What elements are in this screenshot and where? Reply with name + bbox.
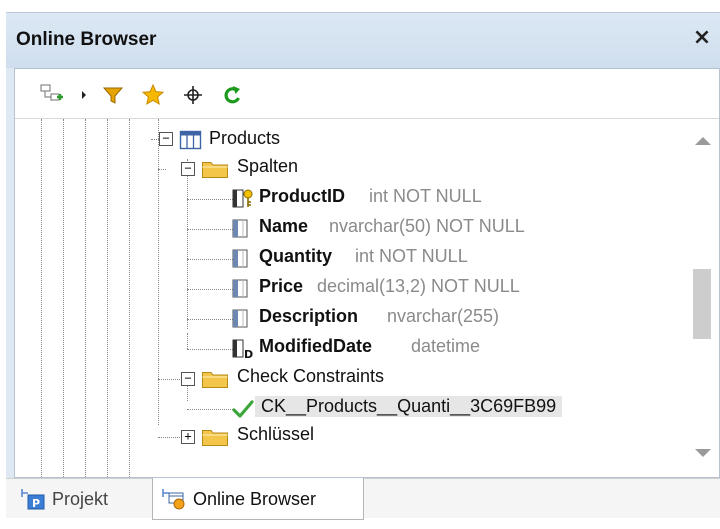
folder-label: Check Constraints [237, 366, 385, 386]
column-icon [231, 308, 255, 330]
column-name: ModifiedDate [259, 336, 373, 356]
tab-label: Projekt [52, 489, 109, 509]
tree-node-column[interactable]: D ModifiedDate datetime [15, 333, 685, 363]
column-type: int NOT NULL [369, 186, 482, 206]
table-icon [179, 129, 203, 151]
column-icon [231, 248, 255, 270]
svg-text:P: P [32, 497, 40, 510]
tree-node-column[interactable]: Name nvarchar(50) NOT NULL [15, 213, 685, 243]
collapse-toggle[interactable]: − [181, 372, 195, 386]
project-icon: P [20, 487, 46, 511]
tab-label: Online Browser [193, 489, 317, 509]
browser-frame: − Products − Spalten ProductID int NOT N… [14, 68, 720, 478]
panel-content: − Products − Spalten ProductID int NOT N… [6, 68, 720, 478]
online-browser-panel: Online Browser × − Products − Spalten Pr… [0, 0, 720, 529]
add-connection-icon[interactable] [39, 83, 63, 107]
folder-label: Spalten [237, 156, 299, 176]
tree-node-check-constraint[interactable]: CK__Products__Quanti__3C69FB99 [15, 393, 685, 423]
column-icon [231, 278, 255, 300]
vertical-scrollbar[interactable] [685, 119, 719, 477]
scroll-up-icon[interactable] [695, 137, 711, 145]
column-type: nvarchar(255) [387, 306, 500, 326]
tree-node-column[interactable]: Quantity int NOT NULL [15, 243, 685, 273]
column-name: Description [259, 306, 359, 326]
tree-node-column[interactable]: Price decimal(13,2) NOT NULL [15, 273, 685, 303]
filter-icon[interactable] [101, 83, 125, 107]
check-constraint-icon [231, 398, 255, 420]
scroll-down-icon[interactable] [695, 449, 711, 457]
favorites-star-icon[interactable] [141, 83, 165, 107]
table-label: Products [209, 128, 281, 148]
refresh-icon[interactable] [221, 83, 245, 107]
close-icon[interactable]: × [690, 25, 714, 50]
check-constraint-label: CK__Products__Quanti__3C69FB99 [255, 396, 563, 417]
folder-label: Schlüssel [237, 424, 315, 444]
column-type: datetime [411, 336, 481, 356]
column-name: Price [259, 276, 304, 296]
bottom-tab-bar: P Projekt Online Browser [6, 478, 720, 529]
scrollbar-thumb[interactable] [693, 269, 711, 339]
panel-title: Online Browser [16, 29, 157, 50]
svg-text:D: D [244, 348, 253, 360]
expand-toggle[interactable]: + [181, 430, 195, 444]
folder-icon [201, 158, 228, 180]
tree-node-check-folder[interactable]: − Check Constraints [15, 363, 685, 393]
dropdown-arrow-icon[interactable] [79, 83, 89, 107]
collapse-toggle[interactable]: − [159, 132, 173, 146]
folder-icon [201, 368, 228, 390]
tree-node-table[interactable]: − Products [15, 125, 685, 155]
panel-title-bar: Online Browser × [6, 12, 720, 68]
locate-crosshair-icon[interactable] [181, 83, 205, 107]
tree-node-columns-folder[interactable]: − Spalten [15, 153, 685, 183]
collapse-toggle[interactable]: − [181, 162, 195, 176]
online-browser-icon [161, 487, 187, 511]
default-column-icon: D [231, 338, 255, 361]
column-name: ProductID [259, 186, 346, 206]
tree-node-column[interactable]: Description nvarchar(255) [15, 303, 685, 333]
tree-node-keys-folder[interactable]: + Schlüssel [15, 421, 685, 451]
toolbar [15, 69, 719, 119]
column-type: decimal(13,2) NOT NULL [317, 276, 520, 296]
tree-node-column[interactable]: ProductID int NOT NULL [15, 183, 685, 213]
column-name: Quantity [259, 246, 333, 266]
column-type: nvarchar(50) NOT NULL [329, 216, 525, 236]
column-type: int NOT NULL [355, 246, 468, 266]
primary-key-column-icon [231, 188, 255, 210]
object-tree: − Products − Spalten ProductID int NOT N… [15, 119, 685, 477]
tab-online-browser[interactable]: Online Browser [152, 478, 364, 520]
column-icon [231, 218, 255, 240]
column-name: Name [259, 216, 309, 236]
tab-projekt[interactable]: P Projekt [12, 478, 152, 520]
folder-icon [201, 426, 228, 448]
